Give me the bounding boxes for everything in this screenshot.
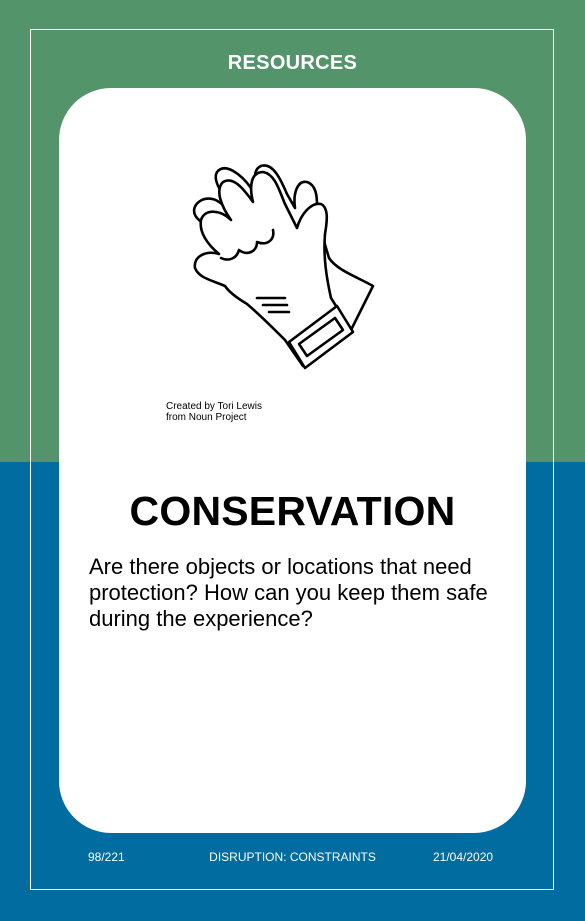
credit-line-2: from Noun Project — [166, 412, 247, 423]
card-title: CONSERVATION — [129, 488, 456, 534]
gloves-icon — [192, 164, 375, 370]
section-name: DISRUPTION: CONSTRAINTS — [209, 850, 376, 864]
date-label: 21/04/2020 — [433, 850, 494, 864]
card-prompt: Are there objects or locations that need… — [89, 554, 488, 631]
icon-credit: Created by Tori Lewis from Noun Project — [166, 401, 262, 423]
category-label: RESOURCES — [227, 52, 358, 74]
card-panel: Created by Tori Lewis from Noun Project … — [59, 88, 526, 833]
credit-line-1: Created by Tori Lewis — [166, 401, 262, 412]
